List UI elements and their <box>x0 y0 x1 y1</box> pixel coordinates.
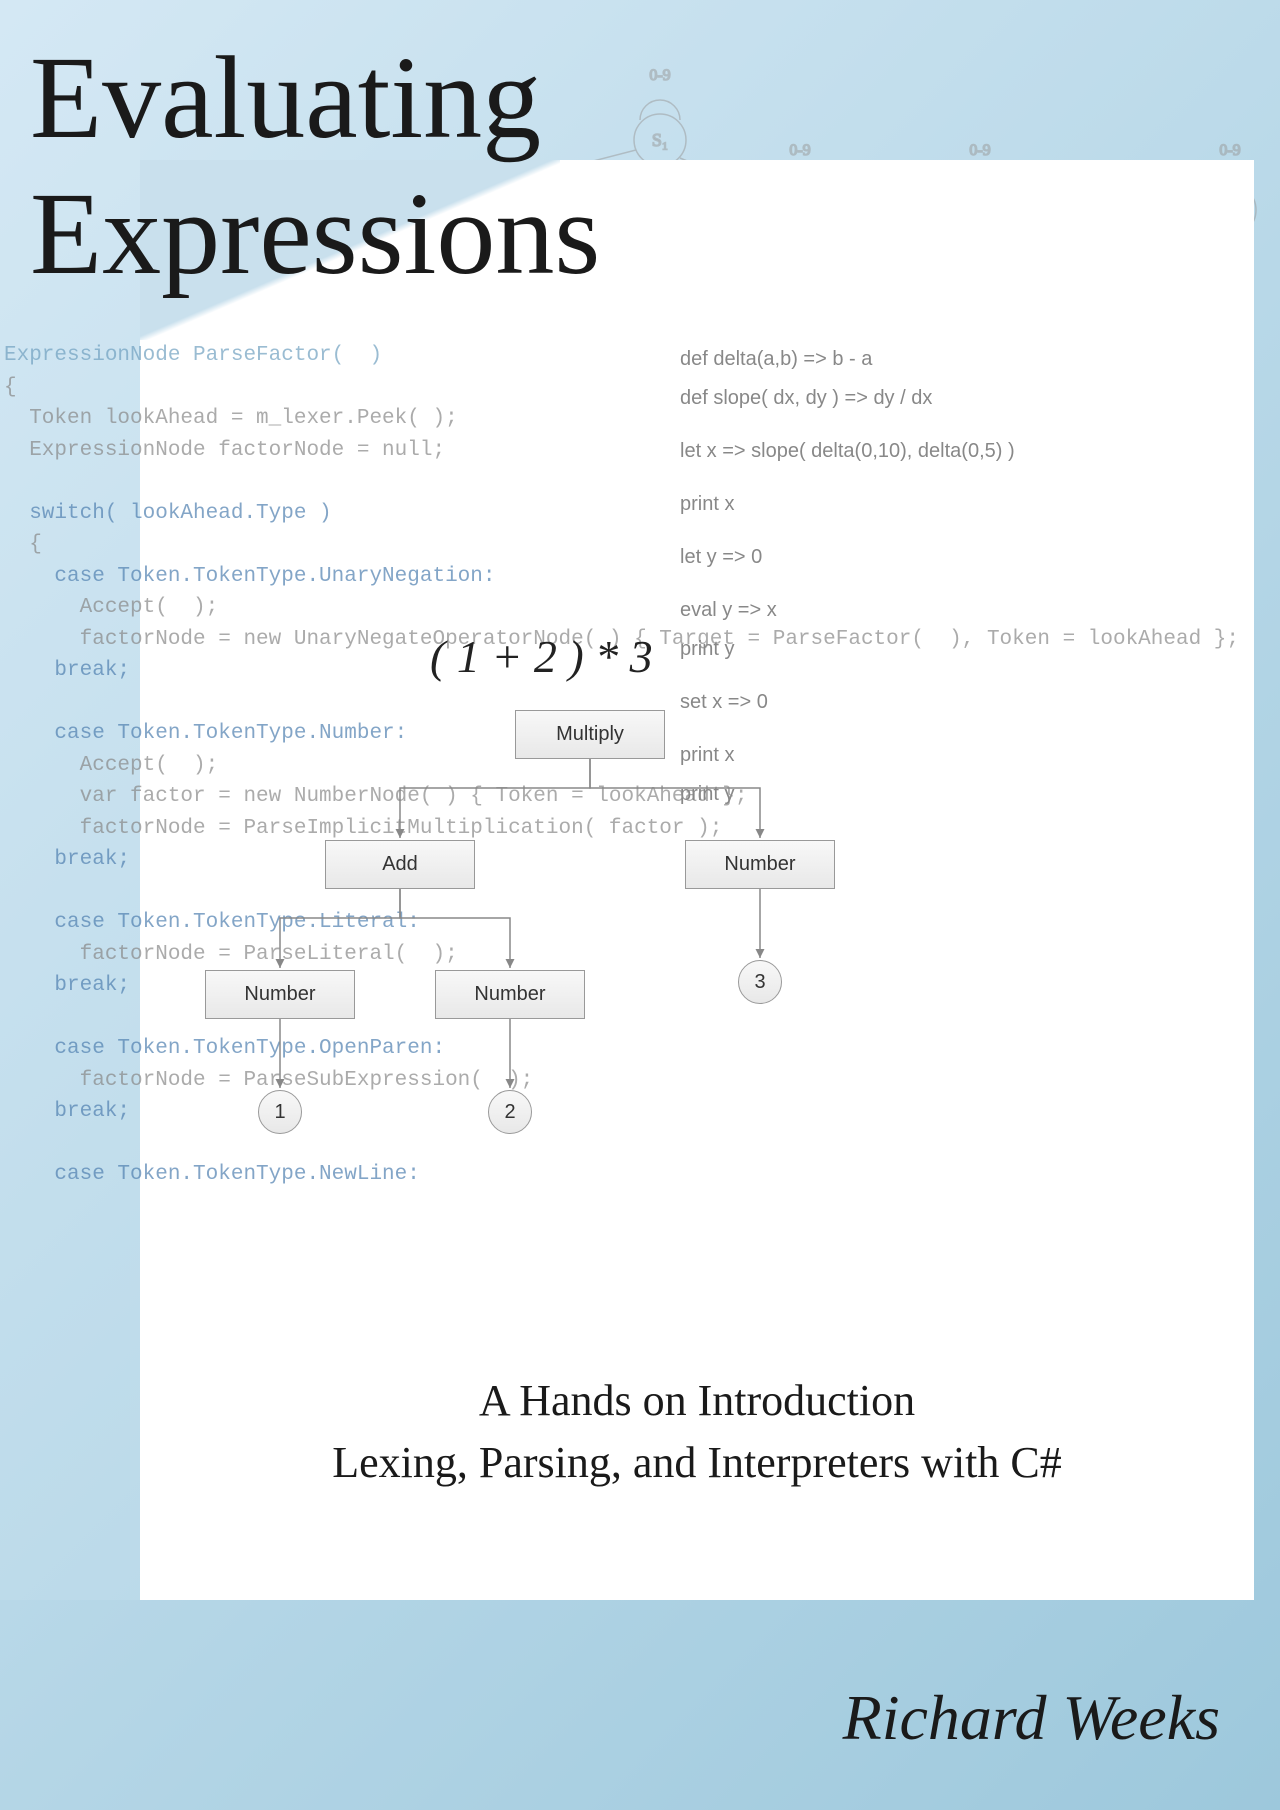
parse-tree-diagram: Multiply Add Number Number Number 1 2 3 <box>200 710 1000 1270</box>
tree-node-root: Multiply <box>515 710 665 759</box>
svg-text:0-9: 0-9 <box>969 142 990 159</box>
svg-text:0-9: 0-9 <box>1219 142 1240 159</box>
expression-label: ( 1 + 2 ) * 3 <box>430 630 653 683</box>
subtitle-line-2: Lexing, Parsing, and Interpreters with C… <box>332 1438 1062 1487</box>
svg-text:0-9: 0-9 <box>649 67 670 84</box>
title-line-1: Evaluating <box>30 32 541 163</box>
tree-node-number-ll: Number <box>205 970 355 1019</box>
book-title: Evaluating Expressions <box>30 30 600 301</box>
tree-node-add: Add <box>325 840 475 889</box>
author-name: Richard Weeks <box>843 1681 1220 1755</box>
tree-node-number-lr: Number <box>435 970 585 1019</box>
tree-leaf-3: 3 <box>738 960 782 1004</box>
subtitle-line-1: A Hands on Introduction <box>479 1376 915 1425</box>
tree-leaf-2: 2 <box>488 1090 532 1134</box>
title-line-2: Expressions <box>30 168 600 299</box>
svg-text:S₁: S₁ <box>652 130 668 150</box>
tree-leaf-1: 1 <box>258 1090 302 1134</box>
book-subtitle: A Hands on Introduction Lexing, Parsing,… <box>140 1370 1254 1493</box>
tree-node-number-right: Number <box>685 840 835 889</box>
svg-text:0-9: 0-9 <box>789 142 810 159</box>
